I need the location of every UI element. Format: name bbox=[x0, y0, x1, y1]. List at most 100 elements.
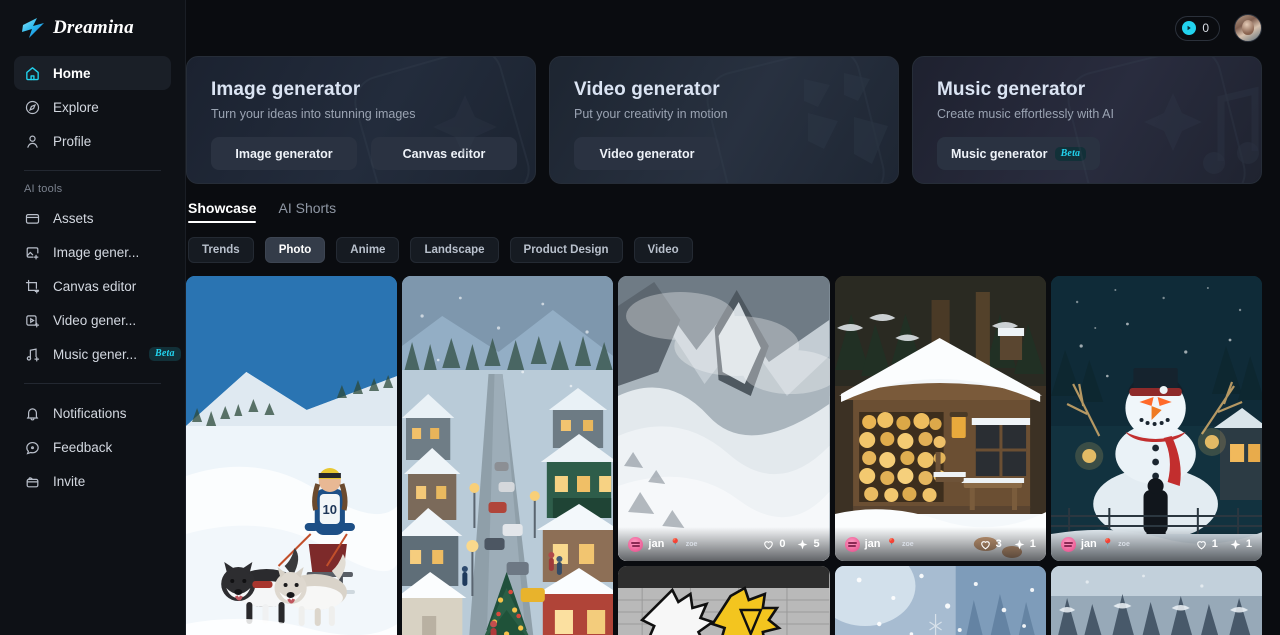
app-root: Dreamina Home Explore Profile AI tools A… bbox=[0, 0, 1280, 635]
like-stat[interactable]: 3 bbox=[979, 538, 1002, 551]
sparkle-icon bbox=[1014, 539, 1025, 549]
sidebar-item-home[interactable]: Home bbox=[14, 56, 171, 90]
tab-ai-shorts[interactable]: AI Shorts bbox=[278, 200, 336, 223]
sidebar-primary-nav: Home Explore Profile bbox=[14, 56, 171, 158]
like-stat[interactable]: 0 bbox=[762, 538, 785, 551]
tile-image: 10 bbox=[186, 276, 398, 635]
gallery-tile-husky-sled-snow[interactable]: 10 bbox=[186, 276, 398, 635]
sidebar-item-explore[interactable]: Explore bbox=[14, 90, 171, 124]
sidebar-item-label: Home bbox=[53, 65, 91, 81]
hero-button-image-generator[interactable]: Image generator bbox=[211, 137, 357, 170]
sparkle-count: 1 bbox=[1245, 538, 1253, 550]
chip-label: Product Design bbox=[523, 244, 609, 256]
author-name: jan bbox=[864, 538, 881, 550]
author-name: jan bbox=[648, 538, 665, 550]
gallery-tile-snowy-mountain-peaks[interactable]: jan 📍 zoe 0 5 bbox=[618, 276, 830, 561]
sidebar-item-label: Music gener... bbox=[53, 346, 138, 362]
author-avatar bbox=[628, 536, 644, 552]
sparkle-stat[interactable]: 5 bbox=[796, 538, 820, 551]
sidebar-item-label: Feedback bbox=[53, 439, 113, 455]
chip-label: Trends bbox=[202, 244, 240, 256]
gallery-tile-comic-graffiti-wall[interactable]: TAOK bbox=[618, 566, 830, 635]
chip-photo[interactable]: Photo bbox=[264, 237, 326, 263]
credits-value: 0 bbox=[1202, 21, 1209, 35]
gallery-tile-blue-snowfall[interactable] bbox=[834, 566, 1046, 635]
tile-overlay: jan 📍 zoe 1 1 bbox=[1050, 527, 1262, 561]
chip-trends[interactable]: Trends bbox=[188, 237, 254, 263]
like-count: 0 bbox=[779, 538, 786, 550]
tab-showcase[interactable]: Showcase bbox=[188, 200, 257, 223]
topbar: 0 bbox=[186, 0, 1280, 56]
folder-icon bbox=[24, 210, 41, 227]
sidebar-item-label: Notifications bbox=[53, 405, 127, 421]
tile-author[interactable]: jan 📍 zoe bbox=[628, 536, 697, 552]
heart-icon bbox=[764, 540, 774, 549]
chip-video[interactable]: Video bbox=[633, 237, 693, 263]
heart-icon bbox=[1196, 540, 1206, 549]
sidebar-divider-top bbox=[24, 170, 161, 171]
gallery-tile-snowy-forest[interactable] bbox=[1050, 566, 1262, 635]
beta-badge: Beta bbox=[1054, 146, 1087, 161]
tile-image: TAOK bbox=[618, 566, 830, 635]
tile-author[interactable]: jan 📍 zoe bbox=[844, 536, 914, 552]
gallery-tile-snowy-christmas-village[interactable] bbox=[402, 276, 614, 635]
like-count: 3 bbox=[995, 538, 1002, 550]
sidebar-footer-nav: Notifications Feedback Invite bbox=[14, 396, 171, 498]
like-stat[interactable]: 1 bbox=[1195, 538, 1218, 551]
hero-buttons: Music generator Beta bbox=[937, 137, 1239, 170]
author-avatar bbox=[1060, 536, 1076, 552]
gallery-tile-wooden-cabin-firewood[interactable]: jan 📍 zoe 3 1 bbox=[834, 276, 1046, 561]
sidebar-item-notifications[interactable]: Notifications bbox=[14, 396, 171, 430]
hero-buttons: Image generator Canvas editor bbox=[211, 137, 517, 170]
sidebar-item-label: Invite bbox=[53, 473, 86, 489]
chip-product-design[interactable]: Product Design bbox=[509, 237, 623, 263]
heart-icon bbox=[980, 540, 990, 549]
gallery-grid: 10 jan 📍 zoe 0 5 jan 📍 zoe 3 1 jan 📍 zoe… bbox=[186, 276, 1262, 635]
author-avatar bbox=[844, 536, 860, 552]
tab-label: Showcase bbox=[188, 200, 257, 216]
sidebar-item-label: Profile bbox=[53, 133, 92, 149]
sidebar-item-image-generator[interactable]: Image gener... bbox=[14, 235, 171, 269]
music-plus-icon bbox=[24, 346, 41, 363]
gallery-column bbox=[402, 276, 614, 635]
tile-overlay: jan 📍 zoe 0 5 bbox=[618, 527, 830, 561]
sidebar-item-invite[interactable]: Invite bbox=[14, 464, 171, 498]
tile-image bbox=[834, 276, 1046, 561]
chip-landscape[interactable]: Landscape bbox=[410, 237, 499, 263]
sidebar-item-assets[interactable]: Assets bbox=[14, 201, 171, 235]
brand[interactable]: Dreamina bbox=[14, 0, 171, 56]
sidebar-item-video-generator[interactable]: Video gener... bbox=[14, 303, 171, 337]
sidebar-item-label: Assets bbox=[53, 210, 94, 226]
sidebar-item-profile[interactable]: Profile bbox=[14, 124, 171, 158]
sparkle-count: 5 bbox=[813, 538, 820, 550]
gallery-tabs: Showcase AI Shorts bbox=[186, 200, 1262, 223]
sidebar-item-feedback[interactable]: Feedback bbox=[14, 430, 171, 464]
sidebar-item-label: Canvas editor bbox=[53, 278, 137, 294]
hero-title: Video generator bbox=[574, 79, 720, 100]
compass-icon bbox=[24, 99, 41, 116]
chip-label: Photo bbox=[278, 244, 312, 256]
tile-stats: 0 5 bbox=[762, 538, 820, 551]
credits-pill[interactable]: 0 bbox=[1175, 15, 1220, 41]
hero-button-video-generator[interactable]: Video generator bbox=[574, 137, 720, 170]
gallery-tile-giant-snowman-night[interactable]: jan 📍 zoe 1 1 bbox=[1050, 276, 1262, 561]
gallery-column: jan 📍 zoe 1 1 bbox=[1050, 276, 1262, 635]
sidebar-item-music-generator[interactable]: Music gener... Beta bbox=[14, 337, 181, 371]
sidebar-item-canvas-editor[interactable]: Canvas editor bbox=[14, 269, 171, 303]
hero-button-music-generator[interactable]: Music generator Beta bbox=[937, 137, 1101, 170]
hero-button-canvas-editor[interactable]: Canvas editor bbox=[371, 137, 517, 170]
chip-anime[interactable]: Anime bbox=[336, 237, 400, 263]
sparkle-icon bbox=[798, 539, 808, 549]
sparkle-stat[interactable]: 1 bbox=[1013, 538, 1036, 551]
location-pin-icon: 📍 bbox=[885, 538, 898, 550]
hero-cards-row: Image generator Turn your ideas into stu… bbox=[186, 56, 1262, 184]
main-content: 0 Image generator Turn your ideas into s… bbox=[186, 0, 1280, 635]
sidebar: Dreamina Home Explore Profile AI tools A… bbox=[0, 0, 186, 635]
tile-author[interactable]: jan 📍 zoe bbox=[1060, 536, 1130, 552]
user-avatar[interactable] bbox=[1234, 14, 1262, 42]
sparkle-stat[interactable]: 1 bbox=[1229, 538, 1252, 551]
crop-plus-icon bbox=[24, 278, 41, 295]
tile-image bbox=[834, 566, 1046, 635]
hero-button-label: Video generator bbox=[599, 146, 695, 161]
hero-card-music-generator: Music generator Create music effortlessl… bbox=[912, 56, 1262, 184]
